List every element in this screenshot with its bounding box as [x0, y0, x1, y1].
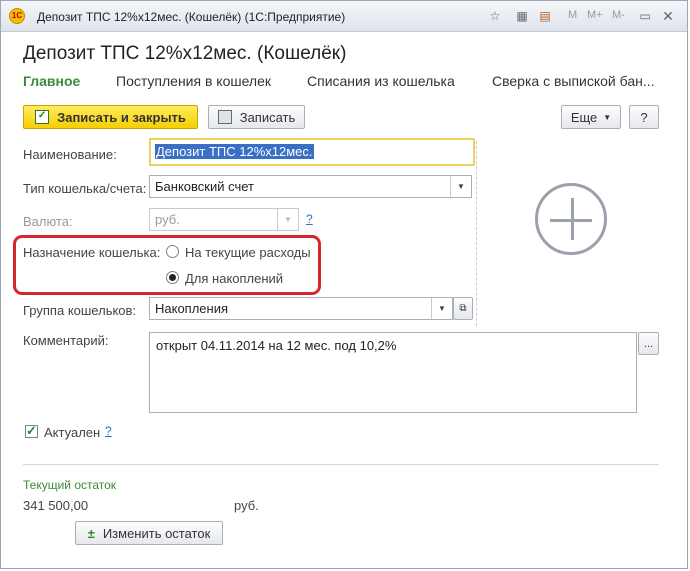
open-group-button[interactable]: ⧉ [453, 297, 473, 320]
group-select[interactable]: Накопления ▼ [149, 297, 453, 320]
app-window: 1С Депозит ТПС 12%x12мес. (Кошелёк) (1С:… [0, 0, 688, 569]
star-icon[interactable]: ☆ [487, 8, 503, 24]
memory-minus-button[interactable]: M- [612, 9, 625, 21]
save-button[interactable]: Записать [208, 105, 305, 129]
currency-select: руб. ▼ [149, 208, 299, 231]
currency-label: Валюта: [23, 214, 73, 229]
open-window-icon: ⧉ [459, 303, 467, 314]
add-image-icon[interactable] [535, 183, 607, 255]
calendar-icon[interactable]: ▤ [537, 8, 553, 24]
name-field-value: Депозит ТПС 12%x12мес. [155, 144, 314, 159]
group-label: Группа кошельков: [23, 303, 137, 318]
tab-outgoing[interactable]: Списания из кошелька [307, 73, 455, 89]
balance-amount: 341 500,00 [23, 498, 89, 513]
section-divider [23, 464, 659, 465]
close-icon[interactable]: ✕ [660, 8, 676, 24]
currency-help-link[interactable]: ? [306, 212, 313, 226]
chevron-down-icon[interactable]: ▼ [450, 176, 471, 197]
type-label: Тип кошелька/счета: [23, 181, 147, 196]
chevron-down-icon: ▼ [603, 112, 612, 122]
purpose-highlight-frame [13, 235, 321, 295]
chevron-down-icon[interactable]: ▼ [431, 298, 452, 319]
active-checkbox[interactable]: ✓ [25, 424, 38, 438]
more-button[interactable]: Еще ▼ [561, 105, 621, 129]
active-label[interactable]: Актуален [44, 425, 100, 440]
window-title: Депозит ТПС 12%x12мес. (Кошелёк) (1С:Пре… [37, 10, 346, 24]
calculator-icon[interactable]: ▦ [514, 8, 530, 24]
save-close-button[interactable]: ✓ Записать и закрыть [23, 105, 198, 129]
change-balance-button[interactable]: ± Изменить остаток [75, 521, 223, 545]
chevron-down-icon: ▼ [277, 209, 298, 230]
tab-main[interactable]: Главное [23, 73, 80, 89]
save-icon: ✓ [35, 110, 50, 124]
page-title: Депозит ТПС 12%x12мес. (Кошелёк) [23, 43, 347, 64]
balance-currency: руб. [234, 498, 259, 513]
minimize-icon[interactable]: ▭ [637, 8, 653, 24]
comment-edit-button[interactable]: ... [638, 332, 659, 355]
active-help-link[interactable]: ? [105, 424, 112, 438]
type-select[interactable]: Банковский счет ▼ [149, 175, 472, 198]
balance-title: Текущий остаток [23, 478, 117, 492]
tab-incoming[interactable]: Поступления в кошелек [116, 73, 271, 89]
name-label: Наименование: [23, 147, 117, 162]
save-icon [217, 110, 232, 124]
plus-minus-icon: ± [87, 525, 95, 541]
comment-textarea[interactable]: открыт 04.11.2014 на 12 мес. под 10,2% [149, 332, 637, 413]
memory-plus-button[interactable]: M+ [587, 9, 603, 21]
column-divider [476, 141, 478, 326]
app-logo-icon: 1С [9, 8, 25, 24]
name-field[interactable]: Депозит ТПС 12%x12мес. [149, 138, 475, 166]
comment-label: Комментарий: [23, 333, 109, 348]
title-bar: 1С Депозит ТПС 12%x12мес. (Кошелёк) (1С:… [1, 1, 687, 32]
memory-button[interactable]: M [568, 9, 577, 21]
help-button[interactable]: ? [629, 105, 659, 129]
tab-reconciliation[interactable]: Сверка с выпиской бан... [492, 73, 655, 89]
